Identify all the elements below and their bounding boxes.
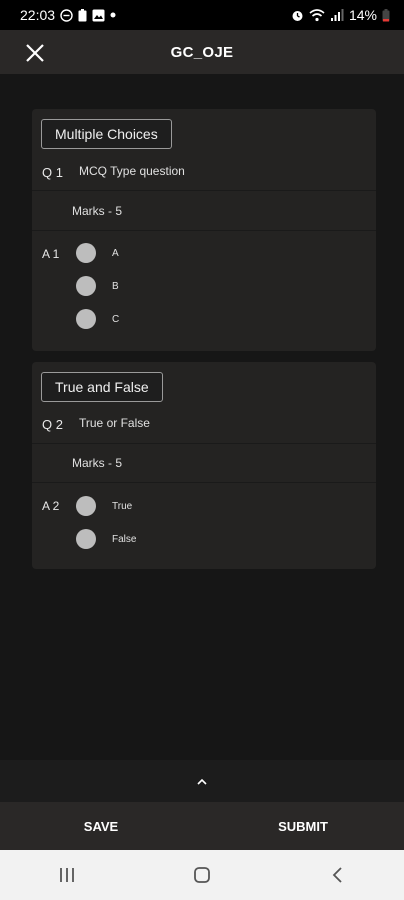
chevron-up-icon xyxy=(197,772,207,790)
page-title: GC_OJE xyxy=(170,43,234,61)
dnd-icon xyxy=(60,8,73,22)
status-left: 22:03 xyxy=(20,7,116,23)
battery-percentage: 14% xyxy=(348,7,377,23)
option-label: True xyxy=(112,500,133,512)
question-card-2: True and False Q 2 True or False Marks -… xyxy=(32,362,376,569)
divider xyxy=(32,190,376,191)
option-false[interactable]: False xyxy=(76,529,136,549)
option-c[interactable]: C xyxy=(76,309,119,329)
divider xyxy=(32,482,376,483)
action-bar: SAVE SUBMIT xyxy=(0,802,404,850)
radio-button[interactable] xyxy=(76,243,96,263)
option-label: C xyxy=(112,313,120,325)
question-list[interactable]: Multiple Choices Q 1 MCQ Type question M… xyxy=(0,74,404,760)
divider xyxy=(32,230,376,231)
question-number: Q 1 xyxy=(42,165,63,180)
question-text: MCQ Type question xyxy=(79,164,185,178)
section-chip-multiple-choices: Multiple Choices xyxy=(41,119,172,149)
radio-button[interactable] xyxy=(76,529,96,549)
question-card-1: Multiple Choices Q 1 MCQ Type question M… xyxy=(32,109,376,351)
alarm-icon xyxy=(291,9,304,22)
battery-icon xyxy=(382,8,390,22)
battery-saver-icon xyxy=(78,8,87,22)
question-text: True or False xyxy=(79,416,150,430)
status-time: 22:03 xyxy=(20,7,56,23)
question-number: Q 2 xyxy=(42,417,63,432)
status-right: 14% xyxy=(291,7,390,23)
marks-label: Marks - 5 xyxy=(72,456,123,470)
back-icon[interactable] xyxy=(317,855,357,895)
save-button[interactable]: SAVE xyxy=(0,802,202,850)
app-bar: GC_OJE xyxy=(0,30,404,74)
section-chip-true-false: True and False xyxy=(41,372,163,402)
option-a[interactable]: A xyxy=(76,243,119,263)
expand-panel-button[interactable] xyxy=(0,760,404,802)
image-icon xyxy=(92,9,105,22)
status-bar: 22:03 14% xyxy=(0,0,404,30)
option-label: A xyxy=(112,247,119,259)
answer-number: A 1 xyxy=(42,247,60,261)
divider xyxy=(32,443,376,444)
wifi-icon xyxy=(309,8,325,22)
marks-label: Marks - 5 xyxy=(72,204,123,218)
radio-button[interactable] xyxy=(76,276,96,296)
signal-icon xyxy=(330,8,344,22)
radio-button[interactable] xyxy=(76,496,96,516)
submit-button[interactable]: SUBMIT xyxy=(202,802,404,850)
dot-icon xyxy=(110,12,116,18)
answer-number: A 2 xyxy=(42,499,60,513)
system-nav-bar xyxy=(0,850,404,900)
radio-button[interactable] xyxy=(76,309,96,329)
option-label: False xyxy=(112,533,137,545)
close-icon[interactable] xyxy=(24,42,46,64)
home-icon[interactable] xyxy=(182,855,222,895)
recent-apps-icon[interactable] xyxy=(47,855,87,895)
option-true[interactable]: True xyxy=(76,496,132,516)
option-b[interactable]: B xyxy=(76,276,119,296)
option-label: B xyxy=(112,280,119,292)
